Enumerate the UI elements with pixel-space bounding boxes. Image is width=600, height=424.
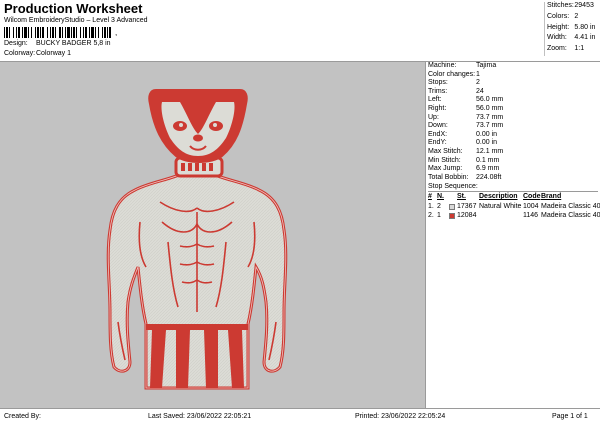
table-row: 1. 2 17367 Natural White 1004 Madeira Cl… — [428, 202, 600, 210]
footer-page-number: Page 1 of 1 — [552, 413, 588, 420]
barcode-suffix: , — [115, 28, 118, 37]
nose — [193, 134, 203, 142]
info-machine: Machine: Tajima — [428, 62, 497, 69]
colorway-value: Colorway 1 — [36, 50, 72, 57]
stat-stitches: Stitches: 29453 — [547, 2, 594, 9]
design-label: Design: — [4, 40, 28, 47]
colorway-row: Colorway:Colorway 1 — [4, 50, 71, 57]
footer-printed: Printed: 23/06/2022 22:05:24 — [355, 413, 446, 420]
panel-divider — [425, 62, 426, 408]
info-down: Down: 73.7 mm — [428, 122, 504, 130]
design-value: BUCKY BADGER 5,8 in — [36, 40, 111, 47]
footer-last-saved: Last Saved: 23/06/2022 22:05:21 — [148, 413, 252, 420]
info-left: Left: 56.0 mm — [428, 96, 504, 104]
stat-height: Height: 5.80 in — [547, 23, 596, 31]
table-row: 2. 1 12084 1146 Madeira Classic 40 — [428, 212, 600, 220]
worksheet-title: Production Worksheet — [4, 1, 143, 16]
info-min-stitch: Min Stitch: 0.1 mm — [428, 156, 500, 164]
info-up: Up: 73.7 mm — [428, 113, 504, 121]
info-max-stitch: Max Stitch: 12.1 mm — [428, 147, 504, 155]
barcode — [4, 27, 111, 38]
footer-divider — [0, 408, 600, 409]
software-subtitle: Wilcom EmbroideryStudio – Level 3 Advanc… — [4, 17, 148, 24]
thread-swatch — [449, 213, 455, 220]
stop-sequence-divider — [428, 191, 598, 193]
info-right: Right: 56.0 mm — [428, 104, 504, 112]
badger-embroidery-image — [106, 89, 288, 390]
info-endy: EndY: 0.00 in — [428, 139, 498, 147]
design-row: Design: BUCKY BADGER 5,8 in — [4, 40, 111, 47]
stat-colors: Colors: 2 — [547, 12, 579, 20]
design-preview — [0, 62, 425, 408]
colorway-label: Colorway: — [4, 50, 36, 57]
stat-width: Width: 4.41 in — [547, 34, 596, 42]
info-max-jump: Max Jump: 6.9 mm — [428, 165, 500, 173]
footer-created-by: Created By: — [4, 413, 41, 420]
stop-sequence-title: Stop Sequence: — [428, 183, 478, 191]
info-stops: Stops: 2 — [428, 79, 480, 87]
info-total-bobbin: Total Bobbin: 224.08ft — [428, 173, 502, 181]
stop-sequence-header: # N. St. Description Code Brand — [428, 193, 562, 201]
thread-swatch — [449, 203, 455, 210]
machine-info-panel: Machine: Tajima Color changes: 1 Stops: 2 T… — [428, 62, 600, 222]
stats-panel: Stitches: 29453 Colors: 2 Height: 5.80 in W… — [544, 2, 598, 56]
stat-zoom: Zoom: 1:1 — [547, 45, 585, 53]
info-color-changes: Color changes: 1 — [428, 70, 480, 78]
info-trims: Trims: 24 — [428, 87, 484, 95]
info-endx: EndX: 0.00 in — [428, 130, 498, 138]
